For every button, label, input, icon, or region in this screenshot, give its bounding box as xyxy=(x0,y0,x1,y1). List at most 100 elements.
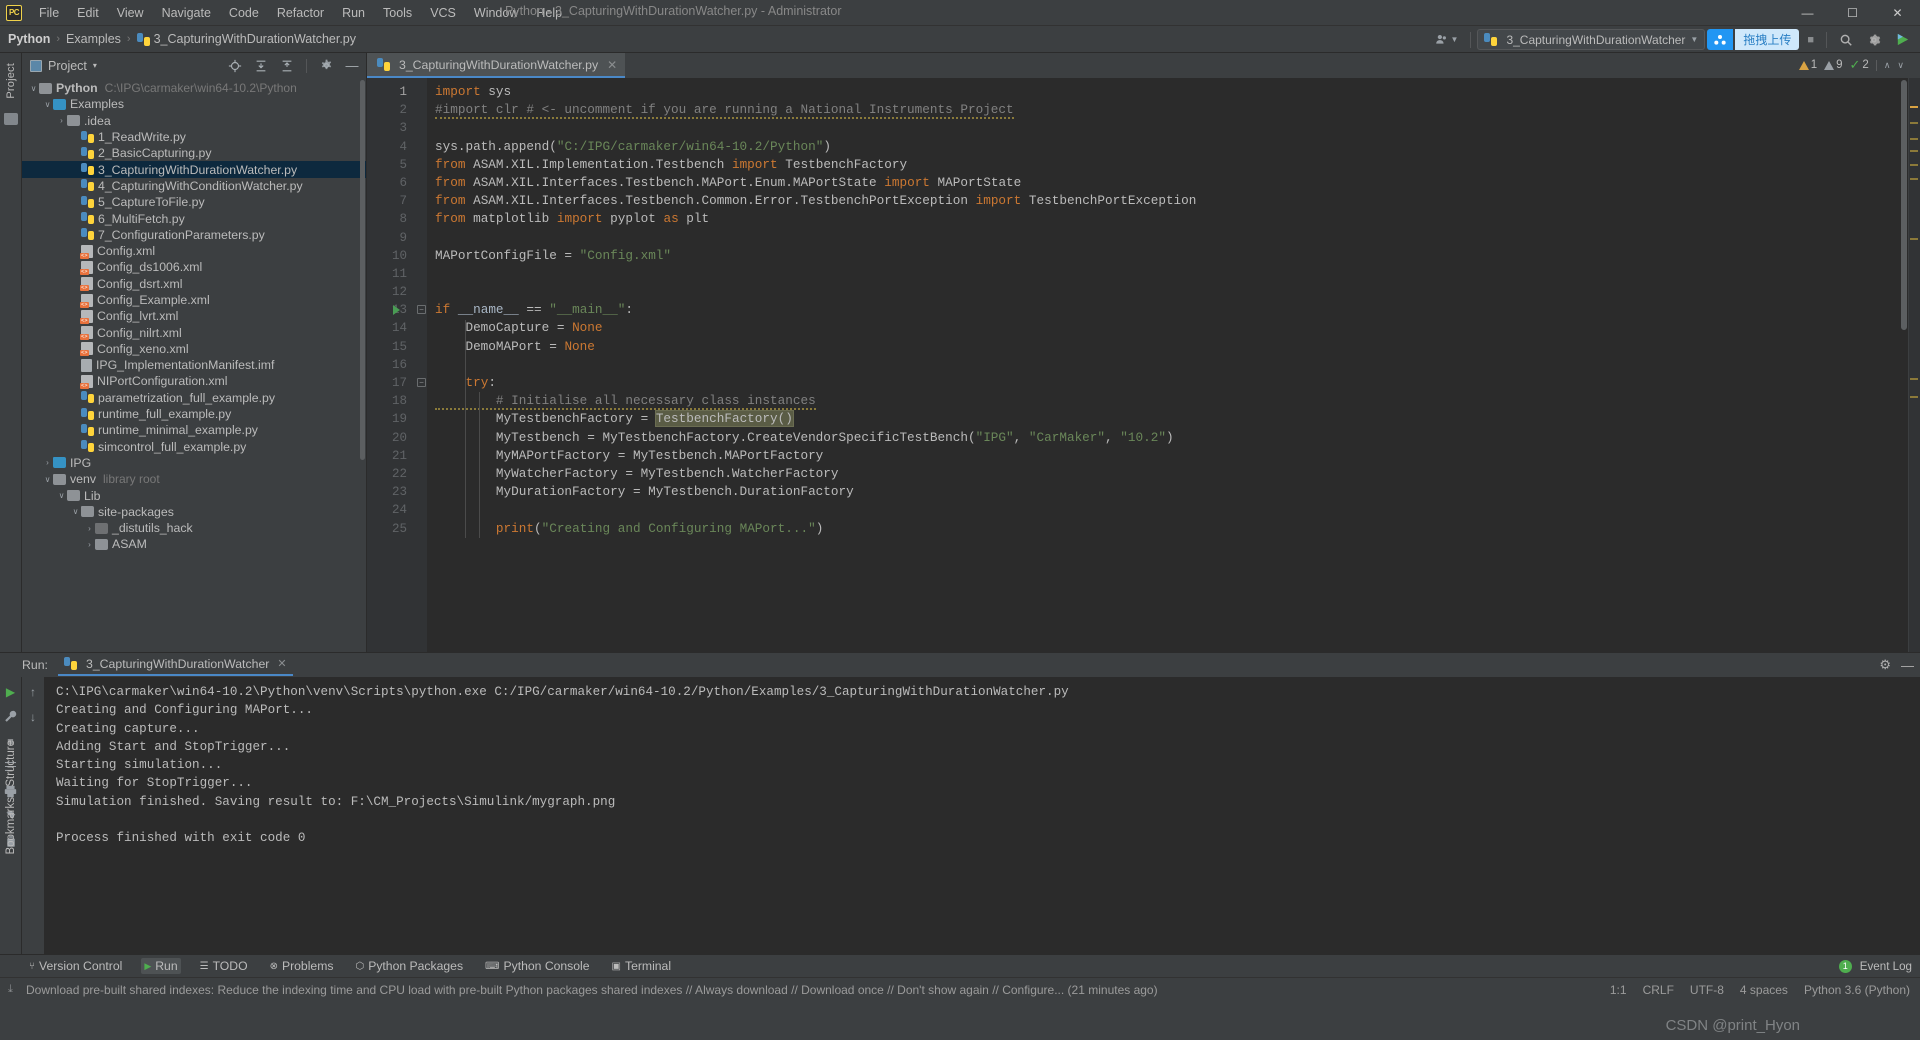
tool-button-problems[interactable]: ⊗ Problems xyxy=(267,958,337,974)
breadcrumb-file[interactable]: 3_CapturingWithDurationWatcher.py xyxy=(136,32,356,46)
chevron-down-icon[interactable]: ∨ xyxy=(70,507,81,516)
close-icon[interactable]: ✕ xyxy=(607,58,617,72)
gear-icon[interactable] xyxy=(316,56,336,76)
tree-item-examples[interactable]: ∨ Examples xyxy=(22,96,366,112)
down-icon[interactable]: ↓ xyxy=(22,704,44,729)
typos-badge[interactable]: ✓ 2 xyxy=(1850,57,1869,73)
cloud-upload-label[interactable]: 拖拽上传 xyxy=(1735,29,1800,50)
fold-toggle-icon[interactable]: − xyxy=(417,305,426,315)
minimize-button[interactable]: — xyxy=(1785,0,1830,26)
code-line-5[interactable]: from ASAM.XIL.Implementation.Testbench i… xyxy=(435,156,1920,174)
code-line-19[interactable]: MyTestbenchFactory = TestbenchFactory() xyxy=(435,410,1920,428)
stop-button[interactable]: ■ xyxy=(1801,34,1820,46)
run-configuration-selector[interactable]: 3_CapturingWithDurationWatcher ▼ xyxy=(1477,29,1706,50)
tree-item-python[interactable]: ∨ Python C:\IPG\carmaker\win64-10.2\Python xyxy=(22,80,366,96)
locate-file-icon[interactable] xyxy=(225,56,245,76)
fold-toggle-icon[interactable]: − xyxy=(417,378,426,388)
event-log-button[interactable]: 1 Event Log xyxy=(1838,959,1912,973)
code-line-24[interactable] xyxy=(435,501,1920,519)
code-line-18[interactable]: # Initialise all necessary class instanc… xyxy=(435,392,1920,411)
run-console-output[interactable]: C:\IPG\carmaker\win64-10.2\Python\venv\S… xyxy=(44,677,1920,954)
tree-item-runtime-full-example-py[interactable]: runtime_full_example.py xyxy=(22,406,366,422)
code-line-12[interactable] xyxy=(435,283,1920,301)
folder-icon[interactable] xyxy=(3,112,18,125)
tree-item-config-dsrt-xml[interactable]: Config_dsrt.xml xyxy=(22,276,366,292)
gear-icon[interactable]: ⚙ xyxy=(1879,657,1891,673)
tree-item-parametrization-full-example-py[interactable]: parametrization_full_example.py xyxy=(22,390,366,406)
code-folding-column[interactable]: − − xyxy=(415,78,427,652)
tree-item-5-capturetofile-py[interactable]: 5_CaptureToFile.py xyxy=(22,194,366,210)
menu-run[interactable]: Run xyxy=(333,3,374,23)
code-editor[interactable]: 1 2 3 4 5 6 7 8 9 10 11 12 13 14 15 16 17 18 19 20 21 22 23 24 2… xyxy=(367,78,1920,652)
run-line-marker-icon[interactable] xyxy=(393,305,400,316)
tree-item-asam[interactable]: › ASAM xyxy=(22,536,366,552)
tree-item-config-ds1006-xml[interactable]: Config_ds1006.xml xyxy=(22,259,366,275)
inspection-widget[interactable]: 1 9 ✓ 2 ∧ ∨ xyxy=(1798,57,1904,73)
code-line-9[interactable] xyxy=(435,229,1920,247)
collapse-all-icon[interactable] xyxy=(277,56,297,76)
tree-item-config-nilrt-xml[interactable]: Config_nilrt.xml xyxy=(22,324,366,341)
expand-all-icon[interactable] xyxy=(251,56,271,76)
tree-item-config-xeno-xml[interactable]: Config_xeno.xml xyxy=(22,341,366,357)
tool-button-terminal[interactable]: ▣ Terminal xyxy=(609,958,675,974)
tree-item-niportconfiguration-xml[interactable]: NIPortConfiguration.xml xyxy=(22,373,366,389)
tree-item-site-packages[interactable]: ∨ site-packages xyxy=(22,504,366,520)
menu-file[interactable]: File xyxy=(30,3,68,23)
code-line-23[interactable]: MyDurationFactory = MyTestbench.Duration… xyxy=(435,483,1920,501)
code-line-8[interactable]: from matplotlib import pyplot as plt xyxy=(435,210,1920,228)
python-interpreter[interactable]: Python 3.6 (Python) xyxy=(1804,983,1910,997)
menu-edit[interactable]: Edit xyxy=(68,3,108,23)
code-line-14[interactable]: DemoCapture = None xyxy=(435,319,1920,337)
user-icon[interactable]: ▼ xyxy=(1429,33,1465,46)
breadcrumb-python[interactable]: Python xyxy=(8,32,50,46)
menu-view[interactable]: View xyxy=(108,3,153,23)
tree-item-config-example-xml[interactable]: Config_Example.xml xyxy=(22,292,366,308)
code-line-16[interactable] xyxy=(435,356,1920,374)
code-line-10[interactable]: MAPortConfigFile = "Config.xml" xyxy=(435,247,1920,265)
tool-button-version-control[interactable]: ⑂ Version Control xyxy=(26,958,125,974)
run-tab[interactable]: 3_CapturingWithDurationWatcher ✕ xyxy=(57,655,293,676)
rerun-icon[interactable]: ▶ xyxy=(0,679,22,704)
gear-icon[interactable] xyxy=(1861,33,1887,47)
code-text[interactable]: import sys #import clr # <- uncomment if … xyxy=(427,78,1920,652)
caret-position[interactable]: 1:1 xyxy=(1610,983,1627,997)
tree-item-6-multifetch-py[interactable]: 6_MultiFetch.py xyxy=(22,210,366,226)
code-line-17[interactable]: try: xyxy=(435,374,1920,392)
tree-item-lib[interactable]: ∨ Lib xyxy=(22,487,366,503)
tree-item-simcontrol-full-example-py[interactable]: simcontrol_full_example.py xyxy=(22,439,366,455)
close-icon[interactable]: ✕ xyxy=(277,657,286,670)
tree-item-2-basiccapturing-py[interactable]: 2_BasicCapturing.py xyxy=(22,145,366,161)
tree-item--distutils-hack[interactable]: › _distutils_hack xyxy=(22,520,366,536)
editor-vertical-scrollbar[interactable] xyxy=(1901,80,1907,330)
project-tree[interactable]: ∨ Python C:\IPG\carmaker\win64-10.2\Python… xyxy=(22,78,366,652)
menu-vcs[interactable]: VCS xyxy=(421,3,465,23)
tree-item-config-xml[interactable]: Config.xml xyxy=(22,243,366,259)
editor-tab-active[interactable]: 3_CapturingWithDurationWatcher.py ✕ xyxy=(367,53,626,78)
tree-item-4-capturingwithconditionwatcher-py[interactable]: 4_CapturingWithConditionWatcher.py xyxy=(22,178,366,194)
code-line-6[interactable]: from ASAM.XIL.Interfaces.Testbench.MAPor… xyxy=(435,174,1920,192)
code-line-20[interactable]: MyTestbench = MyTestbenchFactory.CreateV… xyxy=(435,429,1920,447)
tool-button-run[interactable]: ▶ Run xyxy=(141,958,181,974)
code-line-11[interactable] xyxy=(435,265,1920,283)
chevron-up-icon[interactable]: ∧ xyxy=(1884,60,1891,71)
code-line-21[interactable]: MyMAPortFactory = MyTestbench.MAPortFact… xyxy=(435,447,1920,465)
run-icon[interactable] xyxy=(1889,32,1916,47)
strip-label-bookmarks[interactable]: Bookmarks xyxy=(5,797,17,855)
tree-item-runtime-minimal-example-py[interactable]: runtime_minimal_example.py xyxy=(22,422,366,438)
code-line-3[interactable] xyxy=(435,119,1920,137)
close-button[interactable]: ✕ xyxy=(1875,0,1920,26)
chevron-down-icon[interactable]: ∨ xyxy=(42,100,53,109)
line-number-gutter[interactable]: 1 2 3 4 5 6 7 8 9 10 11 12 13 14 15 16 17 18 19 20 21 22 23 24 2… xyxy=(367,78,415,652)
tree-item-venv[interactable]: ∨ venv library root xyxy=(22,471,366,487)
tree-item--idea[interactable]: › .idea xyxy=(22,113,366,129)
status-message-area[interactable]: ⤓ Download pre-built shared indexes: Red… xyxy=(8,983,1158,997)
code-line-1[interactable]: import sys xyxy=(435,83,1920,101)
menu-navigate[interactable]: Navigate xyxy=(153,3,220,23)
chevron-down-icon[interactable]: ▾ xyxy=(93,61,97,70)
search-icon[interactable] xyxy=(1833,33,1859,47)
breadcrumb-examples[interactable]: Examples xyxy=(66,32,121,46)
chevron-down-icon[interactable]: ∨ xyxy=(56,491,67,500)
file-encoding[interactable]: UTF-8 xyxy=(1690,983,1724,997)
indent-setting[interactable]: 4 spaces xyxy=(1740,983,1788,997)
up-icon[interactable]: ↑ xyxy=(22,679,44,704)
